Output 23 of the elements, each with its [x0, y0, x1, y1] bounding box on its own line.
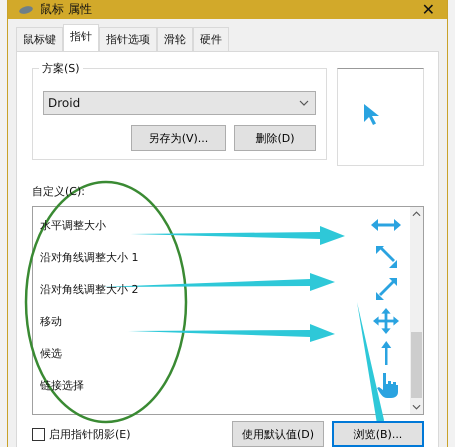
cursor-name[interactable]: 沿对角线调整大小 1: [40, 250, 138, 264]
checkbox-label[interactable]: 启用指针阴影(E): [49, 426, 131, 442]
tab[interactable]: 指针选项: [99, 27, 157, 51]
cursor-name[interactable]: 移动: [40, 314, 62, 328]
window-title: 鼠标 属性: [40, 1, 93, 18]
scheme-dropdown[interactable]: Droid: [43, 91, 316, 115]
checkbox[interactable]: [32, 428, 45, 440]
scheme-button[interactable]: 另存为(V)...: [131, 125, 226, 151]
dialog-button[interactable]: 浏览(B)...: [332, 421, 424, 447]
chevron-icon: [299, 100, 309, 106]
scroll-down-icon[interactable]: [412, 404, 421, 410]
dialog-button[interactable]: 使用默认值(D): [232, 421, 324, 447]
tab[interactable]: 鼠标键: [16, 27, 63, 51]
close-button[interactable]: ✕: [418, 0, 439, 19]
tab[interactable]: 硬件: [193, 27, 229, 51]
scheme-button[interactable]: 删除(D): [234, 125, 316, 151]
tab[interactable]: 滑轮: [157, 27, 193, 51]
cursor-name[interactable]: 候选: [40, 346, 62, 360]
mouse-icon: [18, 4, 34, 14]
scroll-up-icon[interactable]: [412, 211, 421, 217]
tab[interactable]: 指针: [63, 24, 99, 51]
group-label: 方案(S): [39, 61, 83, 76]
scrollbar[interactable]: [410, 207, 423, 414]
